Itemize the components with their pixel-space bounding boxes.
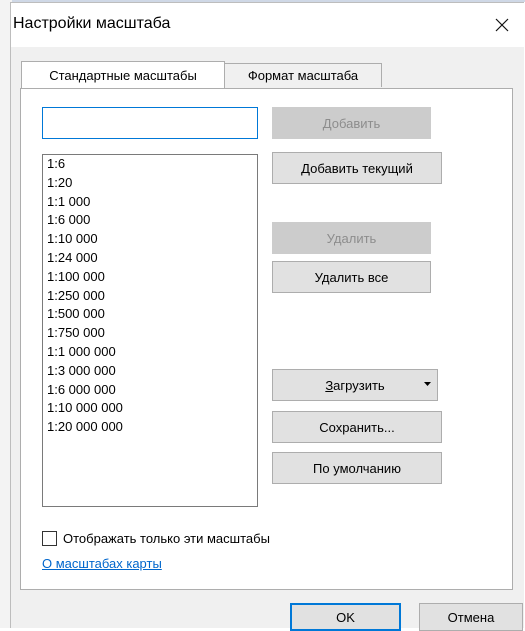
load-mnemonic: З <box>325 377 334 393</box>
scale-list-item[interactable]: 1:24 000 <box>43 249 257 268</box>
scale-list-item[interactable]: 1:20 000 000 <box>43 418 257 437</box>
scale-settings-dialog: Настройки масштаба Стандартные масштабы … <box>10 2 524 631</box>
scale-list-item[interactable]: 1:1 000 <box>43 193 257 212</box>
only-these-scales-checkbox[interactable] <box>42 531 57 546</box>
scale-list-item[interactable]: 1:6 000 000 <box>43 381 257 400</box>
about-map-scales-link[interactable]: О масштабах карты <box>42 556 162 571</box>
only-these-scales-label: Отображать только эти масштабы <box>63 531 270 546</box>
delete-all-button[interactable]: Удалить все <box>272 261 431 293</box>
delete-button[interactable]: Удалить <box>272 222 431 254</box>
only-these-scales-option[interactable]: Отображать только эти масштабы <box>42 530 270 547</box>
add-button[interactable]: Добавить <box>272 107 431 139</box>
scale-list-item[interactable]: 1:1 000 000 <box>43 343 257 362</box>
close-icon <box>495 18 509 32</box>
dialog-title: Настройки масштаба <box>13 15 171 32</box>
scale-list-item[interactable]: 1:10 000 000 <box>43 399 257 418</box>
tab-scale-format[interactable]: Формат масштаба <box>225 63 382 87</box>
scales-listbox[interactable]: 1:6 1:20 1:1 000 1:6 000 1:10 000 1:24 000 1:1… <box>42 154 258 507</box>
restore-default-button[interactable]: По умолчанию <box>272 452 442 484</box>
scale-list-item[interactable]: 1:750 000 <box>43 324 257 343</box>
load-label-rest: агрузить <box>333 377 385 393</box>
close-button[interactable] <box>480 3 524 47</box>
scale-list-item[interactable]: 1:6 000 <box>43 211 257 230</box>
save-button[interactable]: Сохранить... <box>272 411 442 443</box>
tab-standard-scales[interactable]: Стандартные масштабы <box>21 61 225 88</box>
scale-list-item[interactable]: 1:500 000 <box>43 305 257 324</box>
scale-list-item[interactable]: 1:6 <box>43 155 257 174</box>
add-current-button[interactable]: Добавить текущий <box>272 152 442 184</box>
scale-list-item[interactable]: 1:20 <box>43 174 257 193</box>
scale-list-item[interactable]: 1:100 000 <box>43 268 257 287</box>
scale-input[interactable] <box>42 107 258 139</box>
ok-button[interactable]: OK <box>290 603 401 631</box>
load-button[interactable]: Загрузить <box>272 369 438 401</box>
scale-list-item[interactable]: 1:250 000 <box>43 287 257 306</box>
scale-list-item[interactable]: 1:3 000 000 <box>43 362 257 381</box>
cancel-button[interactable]: Отмена <box>419 603 523 631</box>
scale-list-item[interactable]: 1:10 000 <box>43 230 257 249</box>
dropdown-arrow-icon <box>424 382 431 386</box>
title-bar: Настройки масштаба <box>11 3 524 47</box>
load-button-label: Загрузить <box>325 378 384 393</box>
